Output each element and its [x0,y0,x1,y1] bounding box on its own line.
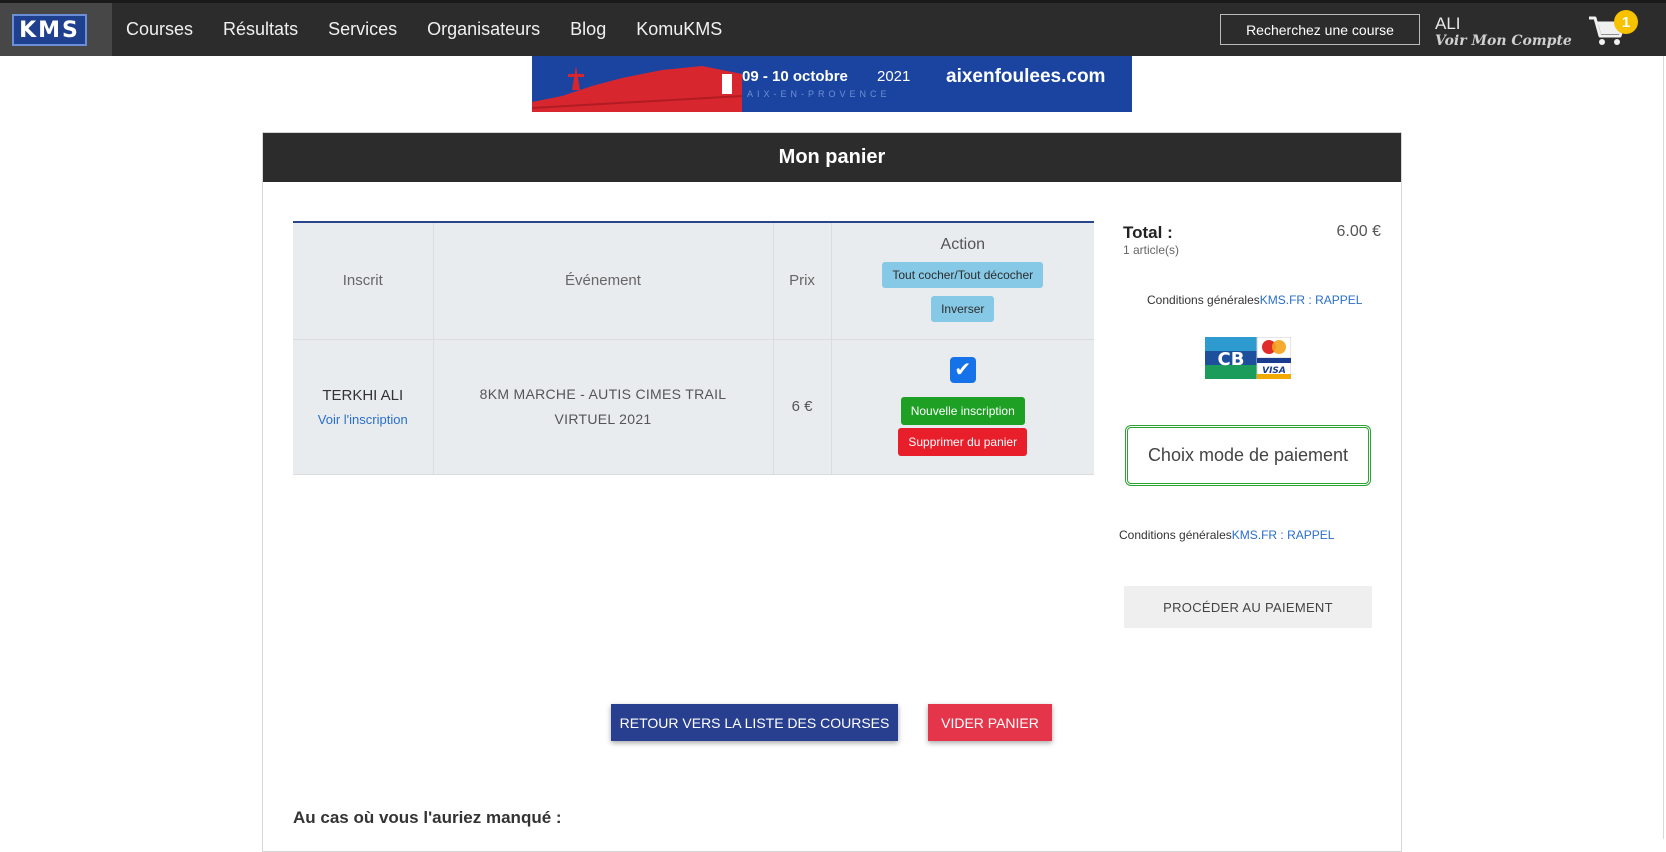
table-row: TERKHI ALI Voir l'inscription 8KM MARCHE… [293,339,1094,475]
empty-cart-button[interactable]: VIDER PANIER [928,704,1052,741]
nav-courses[interactable]: Courses [126,19,193,40]
header-evenement: Événement [433,222,774,340]
main-nav: Courses Résultats Services Organisateurs… [126,3,752,56]
cell-price: 6 € [773,339,832,475]
banner-date: 09 - 10 octobre [742,68,848,85]
conditions-link[interactable]: KMS.FR : RAPPEL [1232,528,1335,542]
logo-badge: KMS [12,14,87,46]
row-checkbox[interactable]: ✔ [949,357,976,383]
total-label: Total : [1123,223,1173,242]
svg-text:CB: CB [1218,349,1245,370]
svg-text:VISA: VISA [1262,366,1286,376]
nav-komukms[interactable]: KomuKMS [636,19,722,40]
conditions-bottom: Conditions généralesKMS.FR : RAPPEL [1119,528,1334,542]
banner-artwork [532,66,742,112]
conditions-label: Conditions générales [1119,528,1232,542]
invert-button[interactable]: Inverser [931,295,995,322]
payment-mode-button[interactable]: Choix mode de paiement [1125,425,1371,486]
page-edge [1663,56,1664,839]
conditions-top: Conditions généralesKMS.FR : RAPPEL [1147,293,1362,307]
proceed-payment-button[interactable]: PROCÉDER AU PAIEMENT [1124,586,1372,628]
registrant-name: TERKHI ALI [322,386,404,404]
article-count: 1 article(s) [1123,243,1180,257]
conditions-label: Conditions générales [1147,293,1260,307]
nav-resultats[interactable]: Résultats [223,19,298,40]
search-course-button[interactable]: Recherchez une course [1220,14,1420,45]
total-value: 6.00 € [1336,223,1381,240]
user-name[interactable]: ALI [1435,14,1461,34]
new-registration-button[interactable]: Nouvelle inscription [900,397,1025,425]
payment-cards-icon: CB VISA [1205,337,1291,379]
back-to-courses-button[interactable]: RETOUR VERS LA LISTE DES COURSES [611,704,898,741]
cart-count-badge: 1 [1614,10,1638,34]
banner-year: 2021 [877,68,911,85]
conditions-link[interactable]: KMS.FR : RAPPEL [1260,293,1363,307]
cart-panel: Mon panier Inscrit Événement Prix Action… [262,132,1402,852]
nav-organisateurs[interactable]: Organisateurs [427,19,540,40]
logo-text: KMS [19,17,80,43]
cell-inscrit: TERKHI ALI Voir l'inscription [293,339,434,475]
cell-event: 8KM MARCHE - AUTIS CIMES TRAIL VIRTUEL 2… [433,339,774,475]
banner-subtitle: AIX-EN-PROVENCE [747,89,891,99]
top-navbar: KMS Courses Résultats Services Organisat… [0,0,1666,56]
missed-heading: Au cas où vous l'auriez manqué : [293,808,562,827]
banner-site: aixenfoulees.com [946,66,1106,87]
cart-table: Inscrit Événement Prix Action Tout coche… [293,221,1094,475]
remove-from-cart-button[interactable]: Supprimer du panier [898,428,1028,456]
action-label: Action [940,235,985,253]
select-all-button[interactable]: Tout cocher/Tout décocher [882,261,1044,288]
account-link[interactable]: Voir Mon Compte [1435,33,1572,49]
header-prix: Prix [773,222,832,340]
event-name: 8KM MARCHE - AUTIS CIMES TRAIL VIRTUEL 2… [479,385,727,427]
panel-title: Mon panier [263,133,1401,182]
cell-action: ✔ Nouvelle inscription Supprimer du pani… [831,339,1094,475]
view-registration-link[interactable]: Voir l'inscription [293,412,433,427]
event-banner[interactable]: 09 - 10 octobre 2021 AIX-EN-PROVENCE aix… [532,56,1132,112]
kms-logo[interactable]: KMS [0,3,112,56]
header-inscrit: Inscrit [293,222,434,340]
nav-blog[interactable]: Blog [570,19,606,40]
header-action: Action Tout cocher/Tout décocher Inverse… [831,222,1094,340]
nav-services[interactable]: Services [328,19,397,40]
